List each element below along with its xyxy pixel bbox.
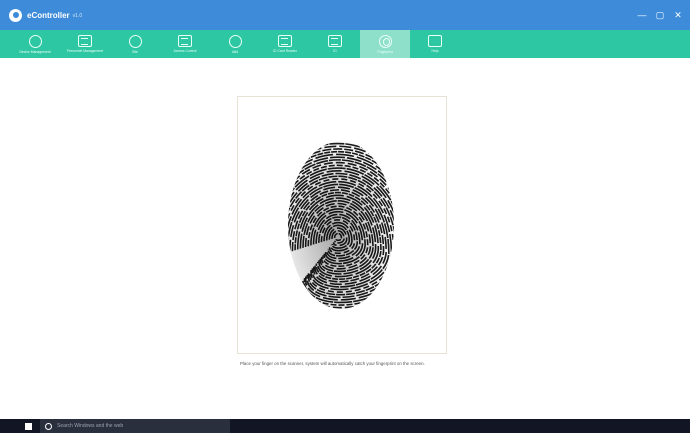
app-title: eController: [27, 10, 70, 20]
main-toolbar: Device Management Personnel Management S…: [0, 30, 690, 58]
instruction-text: Place your finger on the scanner, system…: [240, 361, 425, 366]
tool-label: Attd: [231, 49, 239, 54]
tool-attd[interactable]: Attd: [210, 30, 260, 58]
tool-label: ID Card Reader: [273, 49, 297, 53]
close-button[interactable]: ✕: [670, 7, 686, 23]
tool-id-card-reader[interactable]: ID Card Reader: [260, 30, 310, 58]
tool-site[interactable]: Site: [110, 30, 160, 58]
fingerprint-icon: [378, 34, 392, 48]
search-input[interactable]: [57, 423, 217, 429]
windows-icon: [24, 422, 32, 430]
fingerprint-image: [288, 141, 394, 309]
tool-access-control[interactable]: Access Control: [160, 30, 210, 58]
id-icon: [328, 35, 342, 47]
camera-icon: [228, 34, 242, 48]
app-window: eController v1.0 — ▢ ✕ Device Management…: [0, 0, 690, 433]
maximize-button[interactable]: ▢: [652, 7, 668, 23]
start-button[interactable]: [22, 419, 34, 433]
plus-circle-icon: [28, 34, 42, 48]
tool-label: Access Control: [173, 49, 197, 53]
calendar-icon: [78, 35, 92, 47]
tool-personnel-management[interactable]: Personnel Management: [60, 30, 110, 58]
tool-id[interactable]: ID: [310, 30, 360, 58]
app-version: v1.0: [72, 13, 83, 19]
tool-help[interactable]: Help: [410, 30, 460, 58]
window-controls: — ▢ ✕: [632, 0, 686, 30]
search-icon: [45, 422, 52, 430]
taskbar-search[interactable]: [40, 419, 230, 433]
tool-label: Personnel Management: [66, 49, 103, 53]
tool-label: Help: [431, 49, 439, 53]
app-logo-icon: [9, 8, 22, 22]
tool-device-management[interactable]: Device Management: [10, 30, 60, 58]
minimize-button[interactable]: —: [634, 7, 650, 23]
taskbar: [0, 419, 690, 433]
tool-fingerprint[interactable]: Fingerprint: [360, 30, 410, 58]
help-icon: [428, 35, 442, 47]
tool-label: Site: [132, 49, 138, 54]
tool-label: Fingerprint: [376, 49, 394, 54]
title-bar[interactable]: eController v1.0 — ▢ ✕: [0, 0, 690, 30]
card-reader-icon: [278, 35, 292, 47]
access-control-icon: [178, 35, 192, 47]
tool-label: Device Management: [19, 49, 51, 54]
fingerprint-preview-panel: [237, 96, 447, 354]
tool-label: ID: [333, 49, 337, 53]
globe-icon: [128, 34, 142, 48]
